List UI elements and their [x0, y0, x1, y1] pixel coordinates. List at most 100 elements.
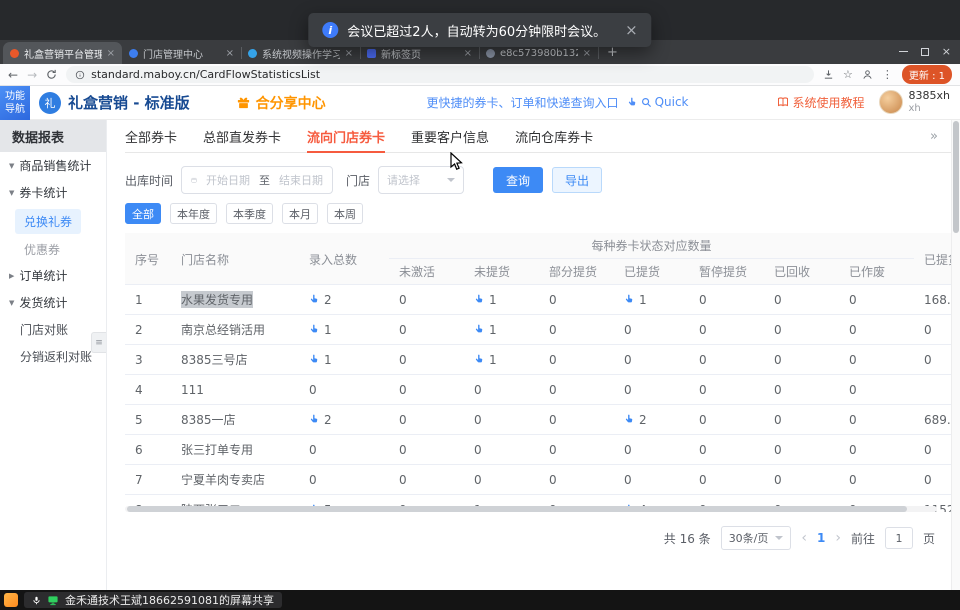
pointer-hand-icon: [309, 294, 320, 305]
panel-collapse-icon[interactable]: »: [930, 129, 938, 144]
close-icon[interactable]: ×: [942, 46, 951, 57]
row-index-cell: 1: [125, 285, 171, 314]
value-cell: 0: [389, 465, 464, 494]
sidebar-item-label: 发货统计: [19, 294, 67, 311]
search-button[interactable]: 查询: [493, 167, 543, 193]
value-cell: 0: [539, 375, 614, 404]
count-link-cell[interactable]: 1: [614, 285, 689, 314]
col-not-picked: 未提货: [464, 259, 539, 284]
tab-close-icon[interactable]: ×: [226, 48, 234, 59]
tab-close-icon[interactable]: ×: [345, 48, 353, 59]
value-cell: 0: [764, 345, 839, 374]
url-bar[interactable]: standard.maboy.cn/CardFlowStatisticsList: [66, 66, 814, 83]
sidebar-item-discount-coupon[interactable]: 优惠券: [0, 237, 106, 262]
maximize-icon[interactable]: [921, 48, 929, 56]
sidebar-item-product-sales[interactable]: ▼ 商品销售统计: [0, 152, 106, 179]
value-cell: 0: [389, 405, 464, 434]
user-subname: xh: [909, 103, 950, 115]
status-group-header: 每种券卡状态对应数量: [389, 233, 914, 259]
quick-filter-week[interactable]: 本周: [327, 203, 363, 224]
share-center-label: 合分享中心: [256, 93, 326, 113]
screen-share-icon[interactable]: [47, 595, 59, 606]
tab-store-flow-cards[interactable]: 流向门店券卡: [307, 120, 385, 152]
toast-close-icon[interactable]: ×: [625, 21, 638, 39]
value-cell: 0: [614, 375, 689, 404]
function-nav-button[interactable]: 功能 导航: [0, 86, 30, 120]
sidebar-title: 数据报表: [0, 120, 106, 152]
quick-filter-all[interactable]: 全部: [125, 203, 161, 224]
new-tab-button[interactable]: +: [607, 45, 618, 60]
count-link-cell[interactable]: 2: [299, 285, 389, 314]
quick-filter-quarter[interactable]: 本季度: [226, 203, 273, 224]
tab-key-customer-info[interactable]: 重要客户信息: [411, 120, 489, 152]
quick-filter-year[interactable]: 本年度: [170, 203, 217, 224]
sidebar-item-exchange-coupon[interactable]: 兑换礼券: [15, 209, 81, 234]
scrollbar-thumb[interactable]: [127, 506, 907, 512]
count-link-cell[interactable]: 1: [299, 315, 389, 344]
store-name-cell: 水果发货专用: [171, 285, 299, 314]
store-name-cell: 111: [171, 375, 299, 404]
share-center-link[interactable]: 合分享中心: [236, 93, 326, 113]
tab-all-cards[interactable]: 全部券卡: [125, 120, 177, 152]
quick-search-button[interactable]: Quick: [627, 95, 689, 109]
user-menu[interactable]: 8385xh xh: [909, 90, 950, 114]
tab-warehouse-flow-cards[interactable]: 流向仓库券卡: [515, 120, 593, 152]
table-row: 38385三号店101000000: [125, 345, 951, 375]
count-link-cell[interactable]: 1: [299, 345, 389, 374]
microphone-icon[interactable]: [32, 595, 41, 606]
value-cell: 0: [839, 315, 914, 344]
goto-page-input[interactable]: [885, 527, 913, 549]
current-page[interactable]: 1: [817, 531, 825, 545]
count-link-cell[interactable]: 1: [464, 315, 539, 344]
avatar[interactable]: [879, 90, 903, 114]
sidebar-item-shipping-stats[interactable]: ▼ 发货统计: [0, 289, 106, 316]
date-range-input[interactable]: 开始日期 至 结束日期: [181, 166, 333, 194]
count-link-cell[interactable]: 1: [464, 345, 539, 374]
tab-close-icon[interactable]: ×: [583, 48, 591, 59]
page-size-select[interactable]: 30条/页: [721, 526, 792, 550]
value-cell: 0: [689, 315, 764, 344]
store-name-cell: 张三打单专用: [171, 435, 299, 464]
sidebar-collapse-handle[interactable]: ≡: [91, 332, 106, 353]
tab-hq-direct-cards[interactable]: 总部直发券卡: [203, 120, 281, 152]
menu-dots-icon[interactable]: ⋮: [882, 68, 893, 81]
export-button[interactable]: 导出: [552, 167, 602, 193]
back-icon[interactable]: ←: [8, 69, 18, 81]
value-cell: 0: [764, 315, 839, 344]
tab-close-icon[interactable]: ×: [464, 48, 472, 59]
browser-tab-2[interactable]: 门店管理中心 ×: [122, 42, 241, 64]
sidebar-item-card-stats[interactable]: ▼ 券卡统计: [0, 179, 106, 206]
store-select[interactable]: 请选择: [378, 166, 464, 194]
tab-close-icon[interactable]: ×: [107, 48, 115, 59]
value-cell: 0: [389, 345, 464, 374]
favicon: [129, 49, 138, 58]
count-link-cell[interactable]: 2: [299, 405, 389, 434]
header-right: 更快捷的券卡、订单和快递查询入口 Quick 系统使用教程 8385xh xh: [427, 90, 960, 114]
end-date-placeholder: 结束日期: [279, 172, 323, 188]
tab-title: 门店管理中心: [143, 46, 221, 61]
scrollbar-thumb[interactable]: [953, 121, 959, 233]
profile-icon[interactable]: [862, 69, 873, 80]
meeting-app-icon[interactable]: [4, 593, 18, 607]
minimize-icon[interactable]: [899, 51, 908, 52]
next-page-icon[interactable]: ›: [835, 530, 841, 546]
tutorial-link[interactable]: 系统使用教程: [777, 94, 865, 111]
store-name-cell: 8385一店: [171, 405, 299, 434]
browser-update-button[interactable]: 更新 : 1: [902, 65, 952, 84]
refresh-icon[interactable]: [46, 69, 57, 80]
sidebar-item-order-stats[interactable]: ▶ 订单统计: [0, 262, 106, 289]
prev-page-icon[interactable]: ‹: [801, 530, 807, 546]
table-row: 2南京总经销活用101000000: [125, 315, 951, 345]
page-info-icon[interactable]: [75, 70, 85, 80]
vertical-scrollbar[interactable]: [951, 120, 960, 590]
count-link-cell[interactable]: 2: [614, 405, 689, 434]
bookmark-star-icon[interactable]: ☆: [843, 68, 853, 81]
browser-tab-1[interactable]: 礼盒营销平台管理中心 ×: [3, 42, 122, 64]
count-link-cell[interactable]: 1: [464, 285, 539, 314]
quick-filter-month[interactable]: 本月: [282, 203, 318, 224]
pointer-hand-icon: [474, 354, 485, 365]
col-paused: 暂停提货: [689, 259, 764, 284]
download-icon[interactable]: [823, 69, 834, 80]
horizontal-scrollbar[interactable]: [125, 506, 937, 512]
forward-icon[interactable]: →: [27, 69, 37, 81]
